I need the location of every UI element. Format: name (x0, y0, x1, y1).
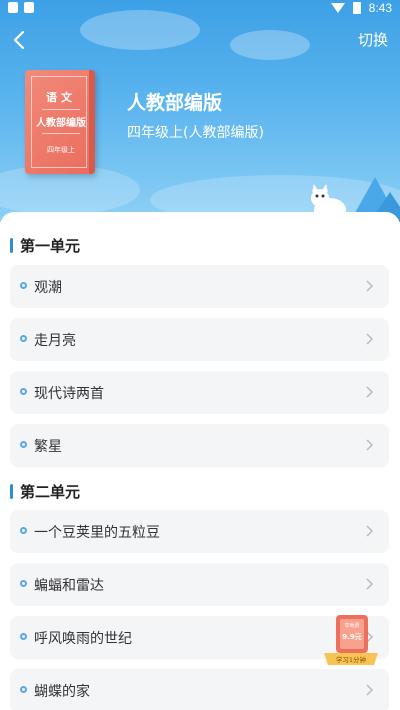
chevron-right-icon (366, 280, 374, 292)
battery-icon (352, 2, 361, 14)
page-title: 人教部编版 (127, 92, 223, 114)
section-title: 第二单元 (20, 483, 81, 501)
lesson-title: 繁星 (34, 439, 62, 455)
bullet-icon (20, 388, 27, 395)
bullet-icon (20, 686, 27, 693)
lesson-title: 观潮 (34, 280, 62, 296)
lesson-row[interactable]: 繁星 (10, 424, 389, 467)
section-marker (10, 484, 13, 499)
chevron-left-icon (13, 30, 25, 50)
textbook-cover: 语文 人教部编版 四年级上 (25, 70, 95, 174)
lesson-row[interactable]: 蝴蝶的家 (10, 669, 389, 710)
notification-icon (8, 2, 18, 13)
chevron-right-icon (366, 578, 374, 590)
wifi-icon (330, 3, 345, 13)
lesson-row[interactable]: 走月亮 (10, 318, 389, 361)
chevron-right-icon (366, 684, 374, 696)
chevron-right-icon (366, 386, 374, 398)
gift-icon: 享免费 9.9元 学习1分钟 (324, 615, 378, 665)
back-button[interactable] (6, 26, 34, 54)
section-header: 第二单元 (10, 481, 80, 502)
bullet-icon (20, 633, 27, 640)
chevron-right-icon (366, 333, 374, 345)
section-header: 第一单元 (10, 235, 80, 256)
promo-badge[interactable]: 享免费 9.9元 学习1分钟 (322, 613, 380, 673)
book-cover-edition: 人教部编版 (36, 118, 86, 129)
notification-icon (24, 2, 34, 13)
lesson-title: 蝙蝠和雷达 (34, 578, 104, 594)
section-marker (10, 238, 13, 253)
switch-button[interactable]: 切换 (358, 29, 388, 50)
lesson-title: 走月亮 (34, 333, 76, 349)
header-banner: 8:43 切换 语文 人教部编版 四年级上 人教部编版 四年级上(人教部编版) (0, 0, 400, 222)
bullet-icon (20, 527, 27, 534)
lesson-title: 现代诗两首 (34, 386, 104, 402)
section-title: 第一单元 (20, 237, 81, 255)
promo-price: 9.9元 (342, 633, 361, 641)
lesson-title: 蝴蝶的家 (34, 684, 90, 700)
bullet-icon (20, 335, 27, 342)
lesson-title: 一个豆荚里的五粒豆 (34, 525, 160, 541)
lesson-row[interactable]: 现代诗两首 (10, 371, 389, 414)
lesson-row[interactable]: 一个豆荚里的五粒豆 (10, 510, 389, 553)
chevron-right-icon (366, 525, 374, 537)
page-subtitle: 四年级上(人教部编版) (127, 125, 264, 141)
book-cover-subject: 语文 (46, 91, 76, 104)
bullet-icon (20, 441, 27, 448)
lesson-title: 呼风唤雨的世纪 (34, 631, 132, 647)
status-time: 8:43 (368, 1, 392, 15)
status-bar: 8:43 (0, 0, 400, 18)
bullet-icon (20, 580, 27, 587)
promo-bottom-text: 学习1分钟 (336, 655, 367, 664)
chevron-right-icon (366, 439, 374, 451)
bullet-icon (20, 282, 27, 289)
lesson-row[interactable]: 观潮 (10, 265, 389, 308)
book-cover-grade: 四年级上 (47, 146, 75, 154)
lesson-row[interactable]: 蝙蝠和雷达 (10, 563, 389, 606)
promo-top-text: 享免费 (344, 622, 359, 629)
